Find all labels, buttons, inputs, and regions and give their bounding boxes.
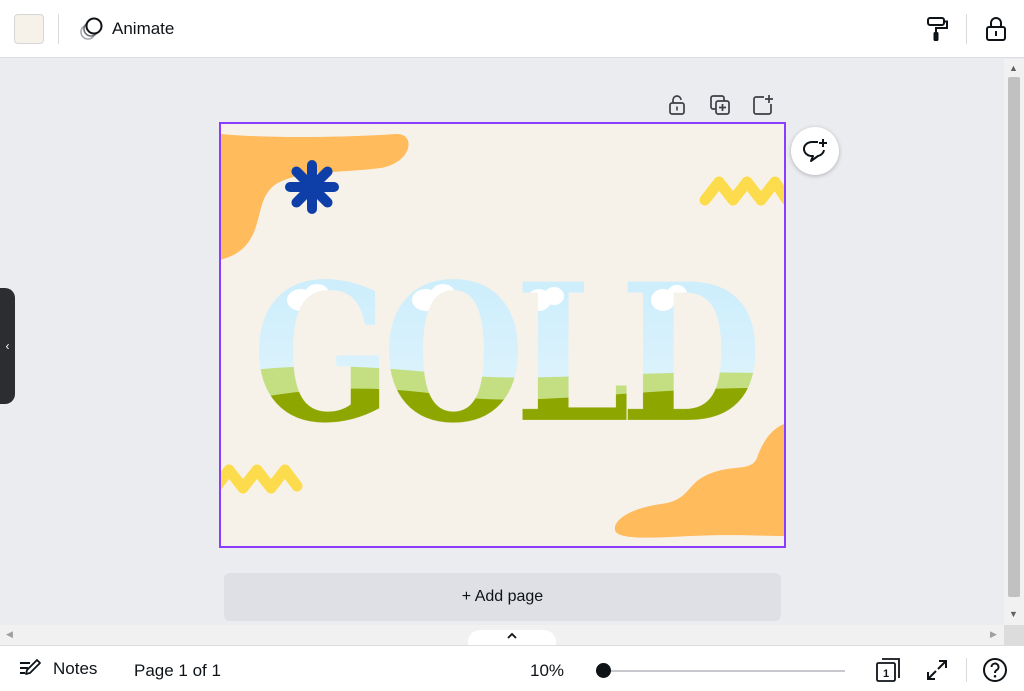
notes-icon [20, 659, 41, 675]
unlock-icon [669, 95, 685, 115]
expand-side-panel-button[interactable]: ‹ [0, 288, 15, 404]
pages-badge: 1 [883, 668, 889, 680]
animate-icon [80, 17, 103, 40]
zoom-slider-track[interactable] [603, 670, 845, 672]
fullscreen-icon [927, 660, 947, 680]
background-color-swatch[interactable] [14, 14, 44, 44]
design-artwork: GOLD GOLD [221, 133, 784, 538]
vertical-scrollbar[interactable]: ▲ ▼ [1004, 59, 1024, 625]
scroll-left-icon[interactable]: ◀ [6, 629, 13, 640]
notes-label: Notes [53, 659, 98, 678]
bottom-toolbar: Notes Page 1 of 1 10% 1 [0, 645, 1024, 691]
paint-roller-icon [927, 17, 948, 41]
add-page-top-button[interactable] [750, 92, 776, 118]
scrollbar-corner [1004, 625, 1024, 645]
add-page-icon [753, 95, 773, 115]
scroll-down-icon[interactable]: ▼ [1009, 609, 1018, 619]
animate-label: Animate [112, 19, 175, 38]
yellow-zigzag-top [699, 176, 784, 206]
fullscreen-button[interactable] [922, 655, 952, 685]
toolbar-divider [966, 14, 967, 44]
duplicate-page-button[interactable] [707, 92, 733, 118]
animate-button[interactable]: Animate [74, 12, 178, 46]
top-toolbar: Animate [0, 0, 1024, 58]
lock-button[interactable] [980, 12, 1012, 46]
toolbar-divider [966, 658, 967, 682]
yellow-zigzag-bottom [221, 464, 303, 494]
add-page-button[interactable]: + Add page [224, 573, 781, 621]
chevron-left-icon: ‹ [5, 339, 10, 353]
help-icon [983, 658, 1007, 682]
add-comment-button[interactable] [791, 127, 839, 175]
scroll-right-icon[interactable]: ▶ [990, 629, 997, 640]
add-comment-icon [803, 139, 827, 162]
page-count-label: Page 1 of 1 [134, 661, 221, 680]
lock-icon [986, 17, 1006, 41]
vertical-scroll-thumb[interactable] [1008, 77, 1020, 597]
notes-button[interactable]: Notes [18, 655, 97, 683]
zoom-level[interactable]: 10% [530, 661, 564, 681]
blue-flower-shape [285, 160, 339, 214]
toolbar-divider [58, 14, 59, 44]
chevron-up-icon [507, 632, 517, 639]
help-button[interactable] [980, 655, 1010, 685]
scroll-up-icon[interactable]: ▲ [1009, 63, 1018, 73]
zoom-slider-thumb[interactable] [596, 663, 611, 678]
copy-style-button[interactable] [921, 12, 953, 46]
design-page[interactable]: GOLD GOLD [221, 124, 784, 546]
pages-icon: 1 [876, 658, 900, 682]
pages-grid-button[interactable]: 1 [873, 655, 903, 685]
design-heading: GOLD [252, 242, 756, 465]
unlock-page-button[interactable] [664, 92, 690, 118]
duplicate-icon [710, 95, 730, 115]
